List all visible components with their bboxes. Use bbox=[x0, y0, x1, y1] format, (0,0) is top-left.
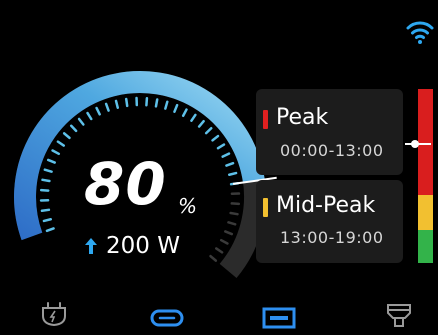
power-readout: 200 W bbox=[106, 233, 180, 259]
gauge-tick bbox=[216, 143, 226, 150]
gauge-tick bbox=[46, 158, 56, 164]
arrow-up-icon bbox=[84, 236, 98, 256]
gauge-tick bbox=[229, 211, 239, 216]
gauge-tick bbox=[224, 230, 234, 236]
tariff-name: Mid-Peak bbox=[276, 193, 376, 218]
tariff-strip-off-peak bbox=[418, 230, 433, 263]
gauge-tick bbox=[45, 227, 55, 233]
gauge-tick bbox=[219, 238, 229, 245]
gauge-tick bbox=[86, 111, 93, 121]
gauge-tick bbox=[181, 108, 188, 118]
ac-plug-icon[interactable] bbox=[40, 302, 68, 332]
gauge-tick bbox=[228, 171, 238, 176]
gauge-tick bbox=[77, 117, 85, 126]
gauge-tick bbox=[43, 168, 53, 173]
gauge-tick bbox=[124, 97, 129, 108]
gauge-tick bbox=[69, 124, 78, 133]
tariff-name: Peak bbox=[276, 105, 329, 130]
percent-unit: % bbox=[178, 194, 198, 218]
gauge-tick bbox=[221, 152, 231, 158]
gauge-tick bbox=[209, 254, 218, 262]
peak-color-bar bbox=[263, 110, 268, 129]
gauge-tick bbox=[41, 178, 51, 183]
gauge-tick bbox=[56, 140, 65, 147]
gauge-tick bbox=[190, 113, 197, 122]
tariff-strip-mid-peak bbox=[418, 195, 433, 230]
usb-c-icon[interactable] bbox=[150, 308, 184, 332]
mid-peak-color-bar bbox=[263, 198, 268, 217]
gauge-tick bbox=[225, 161, 235, 167]
gauge-tick bbox=[215, 247, 224, 254]
gauge-tick bbox=[173, 103, 179, 113]
gauge-tick bbox=[95, 106, 101, 116]
current-time-dot bbox=[411, 140, 419, 148]
gauge-tick bbox=[104, 102, 110, 112]
tariff-card-peak[interactable]: Peak 00:00-13:00 bbox=[256, 89, 403, 175]
gauge-tick bbox=[114, 99, 119, 109]
gauge-tick bbox=[62, 132, 71, 140]
tariff-strip-peak bbox=[418, 89, 433, 195]
gauge-tick bbox=[204, 126, 213, 135]
battery-percentage: 80 bbox=[84, 150, 167, 218]
gauge-tick bbox=[197, 119, 205, 128]
gauge-tick bbox=[40, 208, 51, 213]
usb-a-icon[interactable] bbox=[262, 307, 296, 333]
gauge-tick bbox=[42, 218, 52, 223]
tariff-time: 13:00-19:00 bbox=[280, 228, 384, 247]
gauge-tick bbox=[51, 149, 61, 156]
tariff-time: 00:00-13:00 bbox=[280, 141, 384, 160]
gauge-tick bbox=[154, 98, 159, 108]
gauge-tick bbox=[227, 221, 237, 226]
tariff-card-mid-peak[interactable]: Mid-Peak 13:00-19:00 bbox=[256, 180, 403, 263]
wifi-icon bbox=[405, 16, 435, 46]
dc-port-icon[interactable] bbox=[385, 302, 413, 332]
gauge-tick bbox=[164, 100, 169, 110]
gauge-tick bbox=[211, 134, 220, 142]
